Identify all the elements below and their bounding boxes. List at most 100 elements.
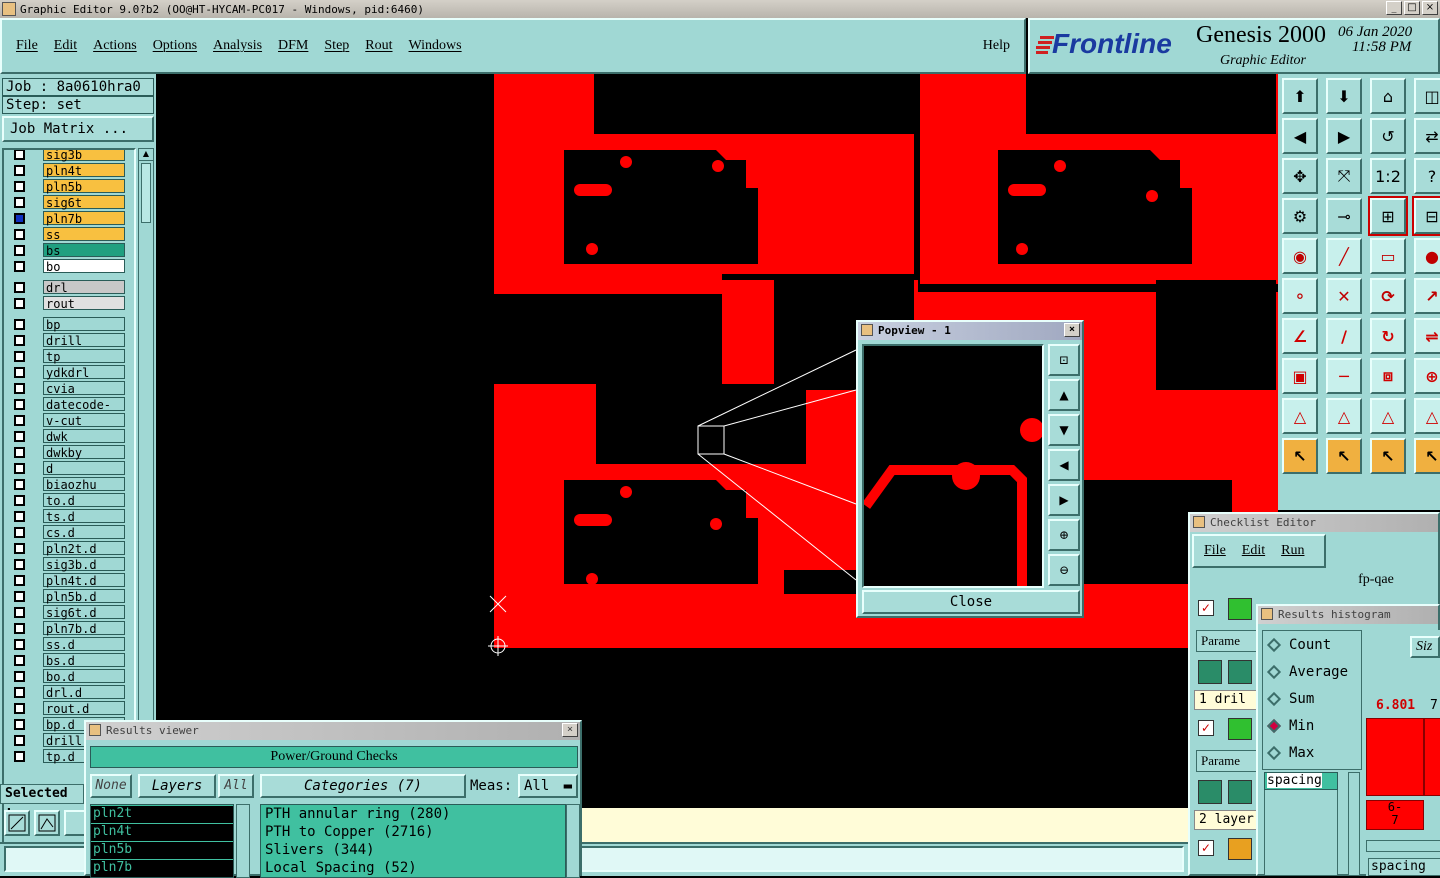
move-icon[interactable]: ⚬ <box>1282 278 1318 314</box>
check-1-checkbox[interactable]: ✓ <box>1198 600 1214 616</box>
layer-row[interactable]: pln4t <box>4 162 134 178</box>
result-category-item[interactable]: Slivers (344) <box>261 841 565 859</box>
layer-checkbox[interactable] <box>14 718 25 730</box>
line-icon[interactable]: ╱ <box>1326 238 1362 274</box>
split-icon[interactable]: ⧈ <box>1370 358 1406 394</box>
param-button-1[interactable]: Parame <box>1196 630 1258 652</box>
layer-name[interactable]: pln4t <box>43 163 125 178</box>
layer-row[interactable]: drl.d <box>4 684 134 700</box>
layer-name[interactable]: bs <box>43 243 125 258</box>
radio-icon[interactable] <box>1266 691 1282 706</box>
layer-checkbox[interactable] <box>14 196 25 208</box>
histogram-option[interactable]: Sum <box>1263 685 1361 712</box>
layer-row[interactable]: v-cut <box>4 412 134 428</box>
check-3-checkbox[interactable]: ✓ <box>1198 840 1214 856</box>
histogram-bottom-field[interactable]: spacing <box>1368 858 1440 876</box>
layer-name[interactable]: sig3b.d <box>43 557 125 572</box>
meas-dropdown[interactable]: All ▬ <box>518 774 578 798</box>
home-icon[interactable]: ⌂ <box>1370 78 1406 114</box>
layer-name[interactable]: ss.d <box>43 637 125 652</box>
pointer-route-icon[interactable]: ↖ <box>1414 438 1440 474</box>
result-layer-item[interactable]: pln4t <box>91 824 233 841</box>
layer-row[interactable]: pln2t.d <box>4 540 134 556</box>
angle-icon[interactable]: ∠ <box>1282 318 1318 354</box>
layer-name[interactable]: bp <box>43 317 125 332</box>
layer-name[interactable]: pln7b <box>43 211 125 226</box>
layer-props-2-icon[interactable]: ⊟ <box>1412 196 1440 236</box>
zoom-fit-icon[interactable] <box>4 810 30 836</box>
layer-name[interactable]: drl.d <box>43 685 125 700</box>
layer-row[interactable]: sig6t.d <box>4 604 134 620</box>
param-button-2[interactable]: Parame <box>1196 750 1258 772</box>
delete-icon[interactable]: ✕ <box>1326 278 1362 314</box>
popview-settings-icon[interactable]: ⊡ <box>1048 344 1080 376</box>
layer-checkbox[interactable] <box>14 382 25 394</box>
layer-name[interactable]: cvia <box>43 381 125 396</box>
layer-name[interactable]: drl <box>43 280 125 295</box>
layer-checkbox[interactable] <box>14 542 25 554</box>
run-check-1-icon[interactable] <box>1198 660 1222 684</box>
layer-checkbox[interactable] <box>14 558 25 570</box>
layer-row[interactable]: ts.d <box>4 508 134 524</box>
layer-name[interactable]: bo.d <box>43 669 125 684</box>
layer-row[interactable]: bo.d <box>4 668 134 684</box>
layer-checkbox[interactable] <box>14 228 25 240</box>
layer-row[interactable]: pln4t.d <box>4 572 134 588</box>
category-scrollbar[interactable] <box>566 804 580 878</box>
layer-row[interactable]: datecode-pbc <box>4 396 134 426</box>
layer-row[interactable]: rout.d <box>4 700 134 716</box>
popview-canvas[interactable] <box>861 344 1044 588</box>
layer-name[interactable]: to.d <box>43 493 125 508</box>
menu-windows[interactable]: Windows <box>409 38 462 54</box>
minimize-button[interactable]: _ <box>1386 1 1402 15</box>
layer-checkbox[interactable] <box>14 670 25 682</box>
layer-checkbox[interactable] <box>14 510 25 522</box>
layer-checkbox[interactable] <box>14 702 25 714</box>
histogram-bar[interactable] <box>1366 718 1424 796</box>
snap-icon[interactable]: ⊸ <box>1326 198 1362 234</box>
layer-checkbox[interactable] <box>14 150 25 160</box>
result-category-item[interactable]: PTH annular ring (280) <box>261 805 565 823</box>
layer-name[interactable]: biaozhu <box>43 477 125 492</box>
step-down-icon[interactable]: ⬇ <box>1326 78 1362 114</box>
layer-name[interactable]: pln2t.d <box>43 541 125 556</box>
layer-name[interactable]: ts.d <box>43 509 125 524</box>
popview-right-icon[interactable]: ▶ <box>1048 484 1080 516</box>
layer-row[interactable]: ss <box>4 226 134 242</box>
histogram-h-scrollbar[interactable] <box>1366 840 1440 852</box>
select-none-button[interactable]: None <box>90 774 132 798</box>
popview-close-button[interactable]: Close <box>862 590 1080 614</box>
help-icon[interactable]: ? <box>1414 158 1440 194</box>
layer-name[interactable]: bo <box>43 259 125 274</box>
layer-row[interactable]: drl <box>4 279 134 295</box>
zoom-reset-icon[interactable]: ↺ <box>1370 118 1406 154</box>
layer-name[interactable]: drill <box>43 333 125 348</box>
layer-name[interactable]: ydkdrl <box>43 365 125 380</box>
slash-icon[interactable]: / <box>1326 318 1362 354</box>
layer-row[interactable]: sig6t <box>4 194 134 210</box>
layer-checkbox[interactable] <box>14 430 25 442</box>
layer-row[interactable]: cs.d <box>4 524 134 540</box>
popview-zoom-in-icon[interactable]: ⊕ <box>1048 519 1080 551</box>
arc-icon[interactable]: ↻ <box>1370 318 1406 354</box>
layer-row[interactable]: bs.d <box>4 652 134 668</box>
layer-name[interactable]: cs.d <box>43 525 125 540</box>
results-viewer-close-icon[interactable]: × <box>562 723 578 737</box>
result-layer-item[interactable]: pln5b <box>91 842 233 859</box>
layer-checkbox[interactable] <box>14 244 25 256</box>
triangle-icon[interactable]: △ <box>1282 398 1318 434</box>
zoom-fit-icon[interactable]: ⇄ <box>1414 118 1440 154</box>
layer-checkbox[interactable] <box>14 638 25 650</box>
panel-icon[interactable]: ◫ <box>1414 78 1440 114</box>
menu-analysis[interactable]: Analysis <box>213 38 262 54</box>
step-right-icon[interactable]: ▶ <box>1326 118 1362 154</box>
histogram-option[interactable]: Average <box>1263 658 1361 685</box>
layer-checkbox[interactable] <box>14 260 25 272</box>
layer-row[interactable]: bp <box>4 316 134 332</box>
layer-row[interactable]: ss.d <box>4 636 134 652</box>
checklist-menu-run[interactable]: Run <box>1281 543 1304 559</box>
close-window-button[interactable]: × <box>1422 1 1438 15</box>
scroll-up-icon[interactable]: ▲ <box>139 149 153 161</box>
layer-name[interactable]: rout.d <box>43 701 125 716</box>
layer-name[interactable]: v-cut <box>43 413 125 428</box>
